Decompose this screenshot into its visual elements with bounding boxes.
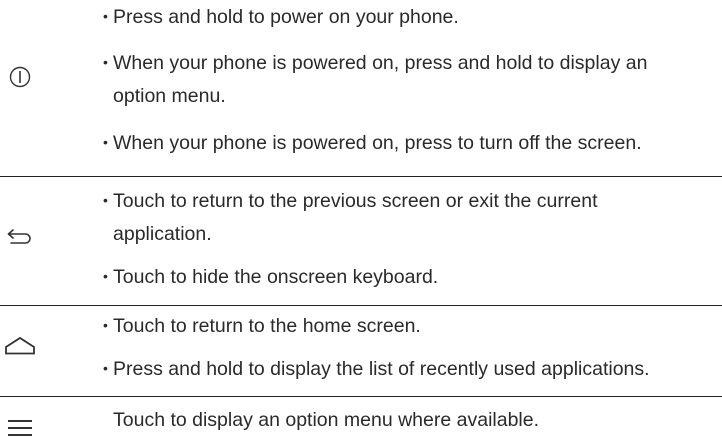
item-text: Press and hold to power on your phone.	[113, 6, 459, 28]
item-text: Touch to display an option menu where av…	[113, 409, 540, 431]
menu-icon	[0, 413, 40, 440]
item-text: Press and hold to display the list of re…	[113, 358, 650, 380]
back-icon	[0, 222, 40, 252]
bullet-item: • When your phone is powered on, press an…	[103, 52, 648, 74]
row-divider	[0, 305, 722, 306]
item-text: Touch to hide the onscreen keyboard.	[113, 266, 439, 288]
power-icon	[0, 62, 40, 92]
item-text: When your phone is powered on, press to …	[113, 132, 642, 154]
item-text: option menu.	[113, 85, 226, 107]
bullet-item: • Touch to hide the onscreen keyboard.	[103, 266, 439, 288]
item-text: When your phone is powered on, press and…	[113, 52, 648, 74]
bullet-item-continuation: option menu.	[103, 80, 722, 113]
item-text: application.	[113, 223, 212, 245]
bullet-item: • When your phone is powered on, press to…	[103, 132, 642, 154]
item-text: Touch to return to the previous screen o…	[113, 190, 598, 212]
bullet-item-continuation: application.	[103, 218, 722, 251]
menu-description: Touch to display an option menu where av…	[113, 404, 722, 437]
row-divider	[0, 396, 722, 397]
item-text: Touch to return to the home screen.	[113, 315, 421, 337]
bullet-item: • Touch to return to the home screen.	[103, 315, 421, 337]
home-icon	[0, 333, 40, 359]
bullet-item: • Press and hold to power on your phone.	[103, 6, 459, 28]
bullet-item: • Press and hold to display the list of r…	[103, 358, 650, 380]
bullet-item: • Touch to return to the previous screen …	[103, 190, 598, 212]
row-divider	[0, 176, 722, 177]
